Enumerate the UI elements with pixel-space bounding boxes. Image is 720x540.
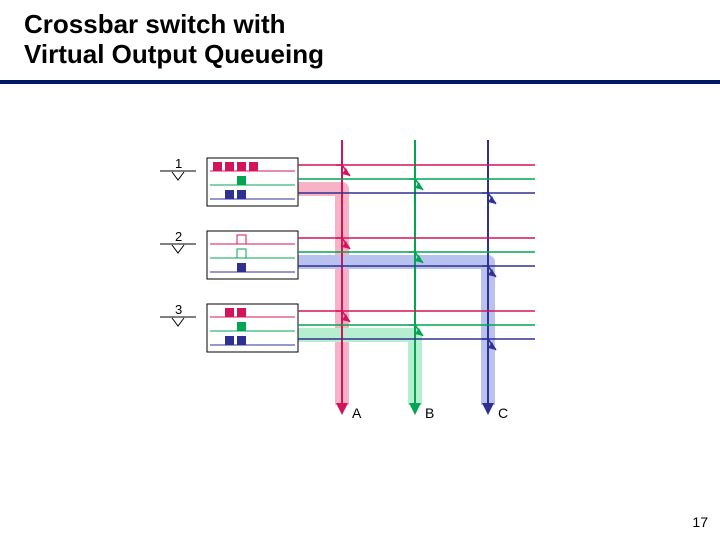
page-number: 17 xyxy=(692,514,708,530)
input-split-icon xyxy=(172,318,184,326)
input-label-3: 3 xyxy=(175,302,182,317)
input-split-icon xyxy=(172,245,184,253)
crossbar-diagram: A B C 1 xyxy=(0,0,720,540)
input-label-1: 1 xyxy=(175,156,182,171)
flow-3B-ribbon xyxy=(298,335,415,405)
queue-3-green xyxy=(237,322,246,331)
flow-1A-ribbon xyxy=(298,189,342,405)
input-label-2: 2 xyxy=(175,229,182,244)
queue-1-green xyxy=(237,176,246,185)
arrowhead-C xyxy=(482,403,494,415)
output-label-A: A xyxy=(352,405,362,421)
arrowhead-B xyxy=(409,403,421,415)
input-split-icon xyxy=(172,172,184,180)
arrowhead-A xyxy=(336,403,348,415)
output-label-C: C xyxy=(498,405,508,421)
output-label-B: B xyxy=(425,405,434,421)
queue-2-blue xyxy=(237,263,246,272)
